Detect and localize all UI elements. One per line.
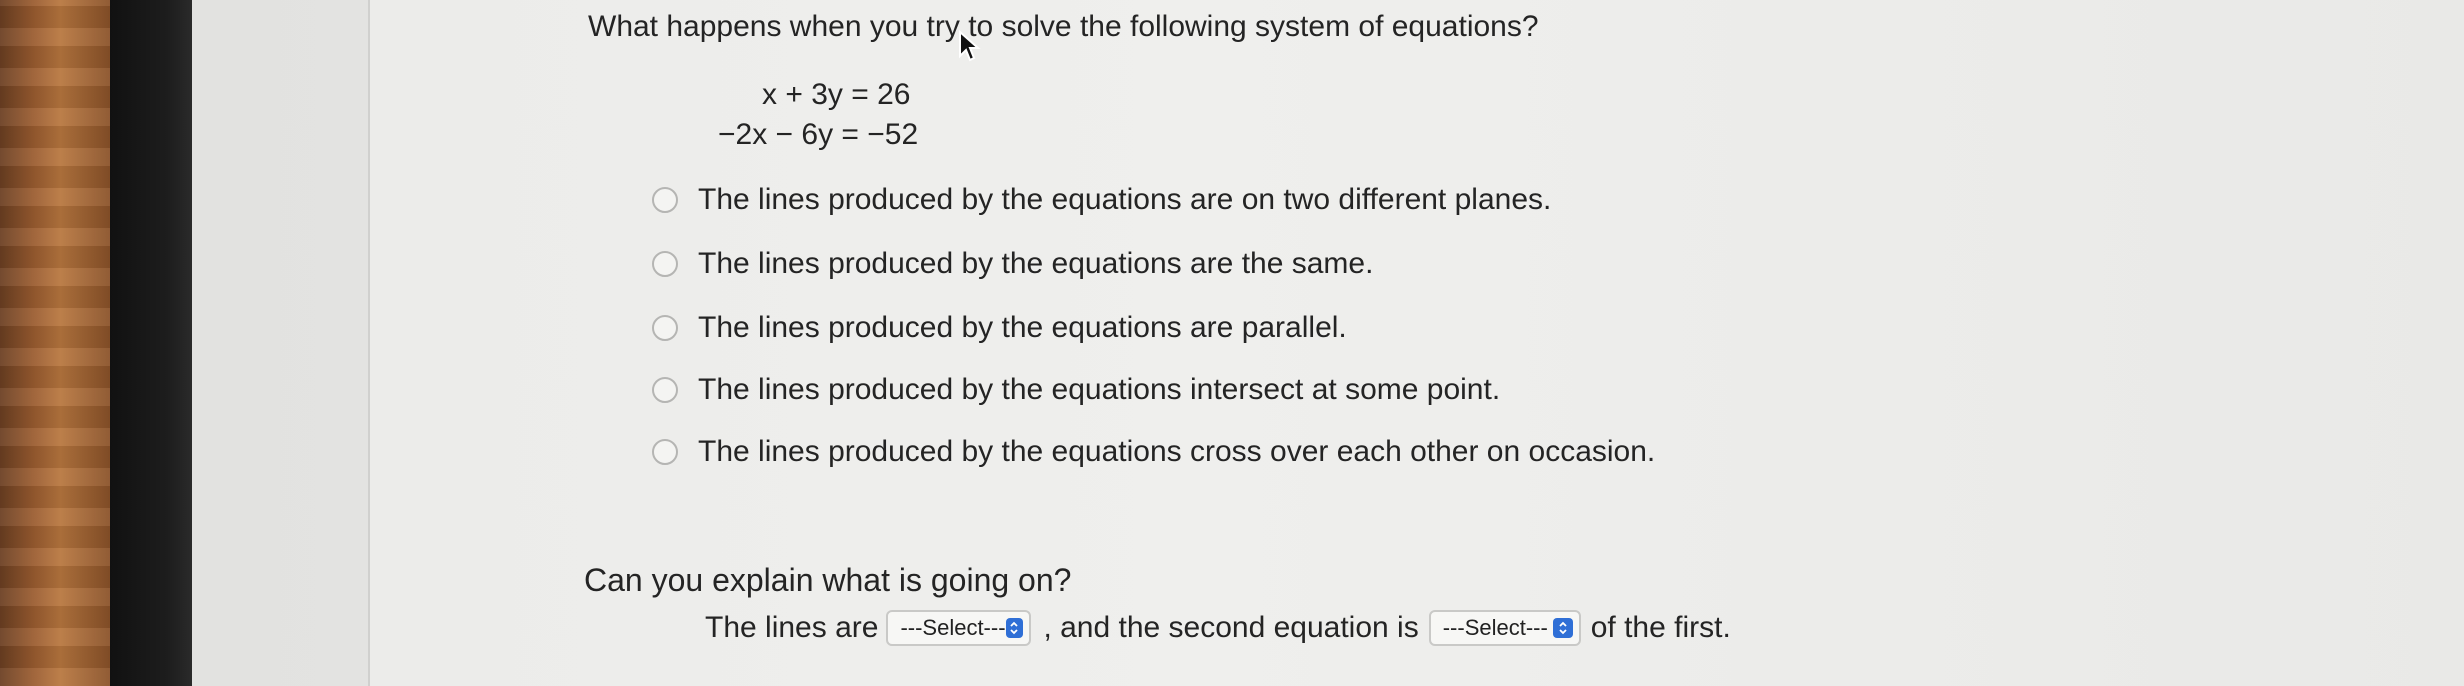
choice-label: The lines produced by the equations are … bbox=[698, 183, 1552, 216]
equation-1: x + 3y = 26 bbox=[762, 78, 911, 111]
choice-option-4[interactable]: The lines produced by the equations inte… bbox=[652, 370, 1500, 410]
radio-button[interactable] bbox=[652, 251, 678, 277]
desk-background bbox=[0, 0, 110, 686]
radio-button[interactable] bbox=[652, 377, 678, 403]
radio-button[interactable] bbox=[652, 439, 678, 465]
equation-relation-select-value: ---Select--- bbox=[1442, 615, 1548, 640]
chevron-updown-icon bbox=[1552, 618, 1573, 638]
explain-prompt: Can you explain what is going on? bbox=[584, 562, 1072, 598]
lines-select[interactable]: ---Select--- bbox=[886, 610, 1032, 646]
choice-option-1[interactable]: The lines produced by the equations are … bbox=[652, 180, 1551, 220]
radio-button[interactable] bbox=[652, 315, 678, 341]
question-prompt: What happens when you try to solve the f… bbox=[588, 10, 1539, 43]
choice-option-5[interactable]: The lines produced by the equations cros… bbox=[652, 432, 1655, 472]
sentence-part-3: of the first. bbox=[1590, 611, 1731, 644]
choice-option-2[interactable]: The lines produced by the equations are … bbox=[652, 244, 1373, 284]
arrow-cursor-icon bbox=[958, 29, 984, 69]
lines-select-value: ---Select--- bbox=[900, 615, 1006, 640]
equation-relation-select[interactable]: ---Select--- bbox=[1428, 610, 1581, 646]
explain-sentence: The lines are ---Select--- , and the sec… bbox=[705, 610, 1731, 646]
screen: What happens when you try to solve the f… bbox=[192, 0, 2464, 686]
choice-label: The lines produced by the equations are … bbox=[698, 247, 1374, 280]
chevron-updown-icon bbox=[1005, 618, 1024, 638]
choice-label: The lines produced by the equations inte… bbox=[698, 373, 1501, 406]
question-panel: What happens when you try to solve the f… bbox=[368, 0, 2464, 686]
monitor-bezel bbox=[110, 0, 192, 686]
choice-label: The lines produced by the equations cros… bbox=[698, 435, 1656, 468]
choice-option-3[interactable]: The lines produced by the equations are … bbox=[652, 308, 1347, 348]
sentence-part-1: The lines are bbox=[705, 611, 879, 644]
sentence-part-2: , and the second equation is bbox=[1043, 611, 1419, 644]
radio-button[interactable] bbox=[652, 187, 678, 213]
equation-2: −2x − 6y = −52 bbox=[718, 118, 919, 151]
choice-label: The lines produced by the equations are … bbox=[698, 311, 1347, 344]
